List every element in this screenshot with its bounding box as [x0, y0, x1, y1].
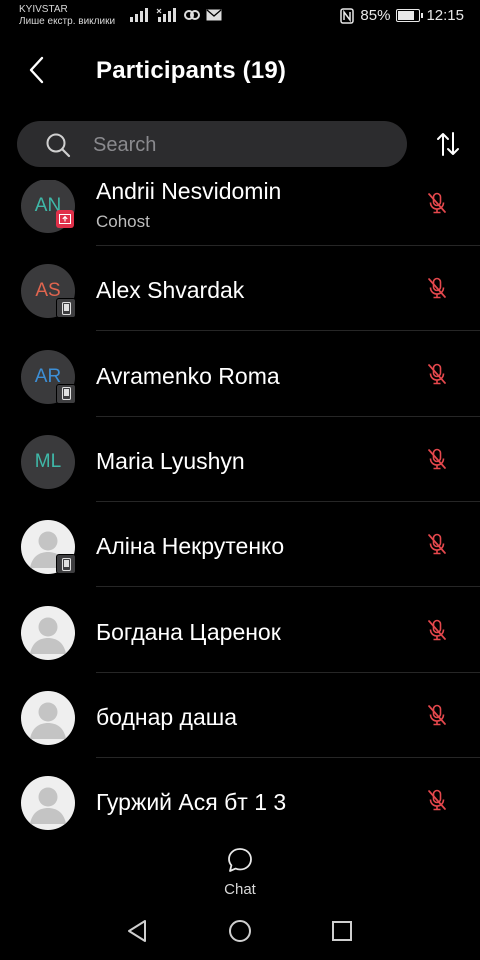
search-icon	[46, 133, 71, 158]
nav-recents-button[interactable]	[329, 918, 355, 944]
mute-status-button[interactable]	[425, 788, 449, 812]
participant-name: Гуржий Ася бт 1 3	[96, 789, 287, 816]
participant-name: Богдана Царенок	[96, 618, 281, 645]
chat-label: Chat	[224, 881, 256, 898]
default-avatar-icon	[30, 702, 66, 739]
row-divider	[96, 245, 480, 246]
nav-back-button[interactable]	[124, 918, 150, 944]
clock: 12:15	[426, 7, 464, 24]
participant-row[interactable]: AS Alex Shvardak	[0, 264, 480, 349]
mute-status-button[interactable]	[425, 362, 449, 386]
mute-status-button[interactable]	[425, 191, 449, 215]
share-screen-icon	[59, 214, 71, 224]
participants-list[interactable]: AN Andrii Nesvidomin Cohost AS Alex Shvardak…	[0, 180, 480, 840]
participant-row[interactable]: Аліна Некрутенко	[0, 520, 480, 605]
status-icons	[128, 8, 222, 22]
avatar: ML	[21, 434, 75, 489]
status-right: 85% 12:15	[340, 7, 464, 24]
carrier-status: Лише екстр. виклики	[19, 16, 116, 27]
mic-off-icon	[428, 448, 446, 470]
mic-off-icon	[428, 192, 446, 214]
signal-x-icon	[156, 8, 176, 22]
mute-status-button[interactable]	[425, 703, 449, 727]
phone-badge	[56, 383, 76, 404]
participant-row[interactable]: Богдана Царенок	[0, 605, 480, 691]
avatar	[21, 776, 75, 831]
triangle-back-icon	[128, 920, 146, 942]
row-divider	[96, 330, 480, 332]
status-bar: KYIVSTAR Лише екстр. виклики 85% 12:15	[0, 0, 480, 34]
phone-badge	[56, 298, 76, 319]
nfc-icon	[340, 7, 355, 24]
mic-off-icon	[428, 277, 446, 299]
system-nav-bar	[0, 904, 480, 960]
mute-status-button[interactable]	[425, 276, 449, 300]
mute-status-button[interactable]	[425, 618, 449, 642]
sort-arrows-icon	[437, 132, 459, 156]
participant-row[interactable]: ML Maria Lyushyn	[0, 434, 480, 520]
participant-row[interactable]: боднар даша	[0, 690, 480, 776]
participant-row[interactable]: AR Avramenko Roma	[0, 349, 480, 435]
participant-name: Maria Lyushyn	[96, 447, 245, 474]
mic-off-icon	[428, 533, 446, 555]
participant-name: боднар даша	[96, 703, 238, 730]
mail-icon	[206, 9, 222, 21]
data-saver-icon	[184, 10, 200, 20]
phone-icon	[61, 557, 71, 571]
search-input[interactable]	[91, 121, 385, 169]
participant-role: Cohost	[96, 212, 150, 231]
cohost-badge	[56, 210, 74, 228]
carrier-info: KYIVSTAR Лише екстр. виклики	[19, 4, 115, 28]
phone-icon	[61, 301, 71, 315]
page-title: Participants (19)	[96, 57, 287, 84]
mic-off-icon	[428, 363, 446, 384]
participant-name: Avramenko Roma	[96, 362, 280, 389]
back-button[interactable]	[22, 52, 54, 88]
circle-home-icon	[229, 920, 251, 942]
signal-icon	[130, 8, 148, 22]
row-divider	[96, 671, 480, 673]
battery-icon	[396, 9, 424, 22]
row-divider	[96, 500, 480, 502]
chevron-left-icon	[29, 56, 44, 84]
phone-badge	[56, 554, 76, 575]
row-divider	[96, 586, 480, 588]
mic-off-icon	[428, 704, 446, 726]
participant-name: Alex Shvardak	[96, 277, 245, 304]
sort-button[interactable]	[432, 128, 464, 160]
mute-status-button[interactable]	[425, 532, 449, 556]
participant-row[interactable]: Гуржий Ася бт 1 3	[0, 776, 480, 840]
carrier-name: KYIVSTAR	[19, 4, 68, 15]
chat-bubble-icon	[228, 848, 252, 872]
square-recents-icon	[332, 921, 352, 941]
avatar	[21, 605, 75, 660]
battery-percent: 85%	[360, 7, 391, 24]
nav-home-button[interactable]	[227, 918, 253, 944]
default-avatar-icon	[30, 617, 66, 654]
mic-off-icon	[428, 789, 446, 811]
row-divider	[96, 415, 480, 417]
default-avatar-icon	[30, 787, 66, 825]
mute-status-button[interactable]	[425, 447, 449, 471]
header: Participants (19)	[0, 44, 480, 100]
participant-row[interactable]: AN Andrii Nesvidomin Cohost	[0, 180, 480, 264]
participant-name: Andrii Nesvidomin	[96, 180, 282, 204]
avatar-initials: ML	[34, 450, 62, 472]
search-bar[interactable]	[17, 121, 407, 169]
chat-button[interactable]: Chat	[218, 846, 262, 898]
mic-off-icon	[428, 619, 446, 640]
phone-icon	[61, 387, 71, 401]
avatar	[21, 690, 75, 745]
row-divider	[96, 756, 480, 758]
participant-name: Аліна Некрутенко	[96, 533, 285, 560]
